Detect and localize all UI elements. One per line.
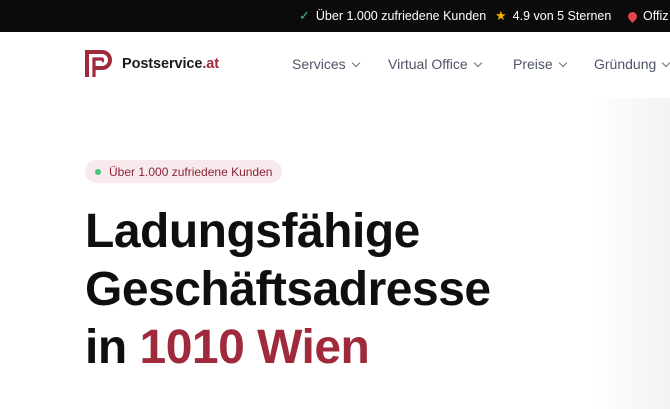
status-dot-icon [95, 168, 101, 175]
nav-preise[interactable]: Preise [513, 56, 567, 72]
topbar-rating-label: 4.9 von 5 Sternen [512, 9, 612, 23]
map-pin-icon [626, 9, 639, 23]
headline-location: 1010 Wien [139, 321, 370, 374]
logo[interactable]: Postservice.at [85, 49, 219, 79]
star-icon: ★ [495, 8, 507, 23]
headline-line-3-prefix: in [85, 321, 140, 374]
nav-virtual-office[interactable]: Virtual Office [388, 56, 482, 72]
headline-line-2: Geschäftsadresse [85, 263, 491, 316]
headline-line-1: Ladungsfähige [85, 205, 420, 258]
topbar-customers: ✓ Über 1.000 zufriedene Kunden [299, 0, 486, 32]
chevron-down-icon [351, 58, 360, 67]
topbar-customers-label: Über 1.000 zufriedene Kunden [315, 9, 487, 23]
postservice-logo-icon [85, 50, 112, 77]
chevron-down-icon [662, 58, 670, 67]
nav-virtual-office-label[interactable]: Virtual Office [388, 56, 468, 72]
topbar-office-label[interactable]: Offiz [643, 9, 668, 23]
top-info-bar: ✓ Über 1.000 zufriedene Kunden ★ 4.9 von… [0, 0, 670, 32]
nav-gruendung[interactable]: Gründung [594, 56, 670, 72]
topbar-rating: ★ 4.9 von 5 Sternen [495, 0, 611, 32]
nav-gruendung-label[interactable]: Gründung [594, 56, 656, 72]
chevron-down-icon [558, 58, 567, 67]
customers-badge: Über 1.000 zufriedene Kunden [85, 160, 283, 183]
check-icon: ✓ [299, 8, 310, 23]
nav-services[interactable]: Services [292, 56, 360, 72]
customers-badge-label: Über 1.000 zufriedene Kunden [109, 164, 273, 179]
hero-headline: Ladungsfähige Geschäftsadresse in 1010 W… [85, 203, 491, 377]
logo-tld: .at [202, 56, 219, 72]
topbar-office[interactable]: Offiz [626, 0, 668, 32]
logo-name: Postservice [122, 56, 203, 72]
nav-preise-label[interactable]: Preise [513, 56, 553, 72]
logo-text: Postservice.at [122, 56, 219, 72]
site-header: Postservice.at Services Virtual Office P… [0, 32, 670, 98]
nav-services-label[interactable]: Services [292, 56, 346, 72]
chevron-down-icon [473, 58, 482, 67]
